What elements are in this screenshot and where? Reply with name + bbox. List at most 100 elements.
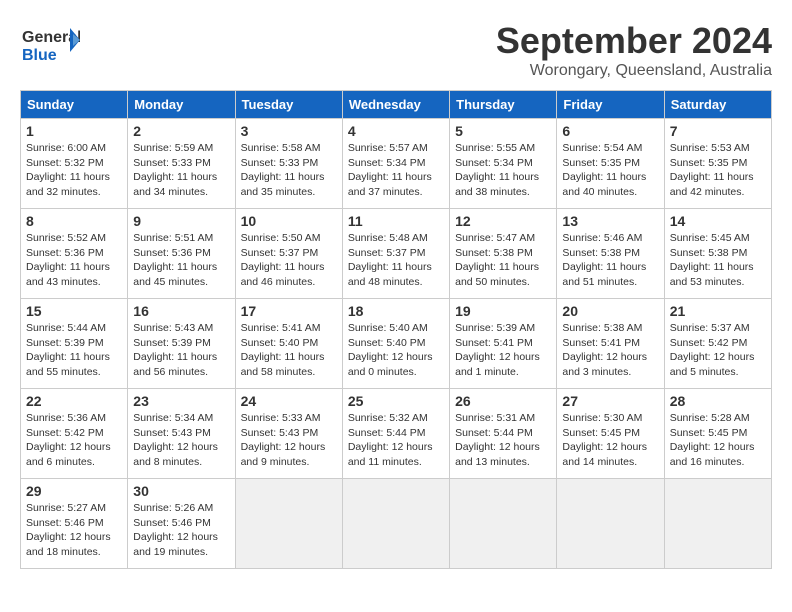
svg-text:Blue: Blue (22, 47, 57, 64)
week-row-1: 1 Sunrise: 6:00 AM Sunset: 5:32 PM Daylig… (21, 119, 772, 209)
weekday-sunday: Sunday (21, 91, 128, 119)
day-number: 24 (241, 393, 337, 409)
location-subtitle: Worongary, Queensland, Australia (496, 62, 772, 80)
day-number: 3 (241, 123, 337, 139)
day-number: 11 (348, 213, 444, 229)
week-row-4: 22 Sunrise: 5:36 AM Sunset: 5:42 PM Dayli… (21, 389, 772, 479)
month-title: September 2024 (496, 20, 772, 62)
day-number: 21 (670, 303, 766, 319)
day-info: Sunrise: 5:38 AM Sunset: 5:41 PM Dayligh… (562, 321, 658, 380)
day-info: Sunrise: 5:43 AM Sunset: 5:39 PM Dayligh… (133, 321, 229, 380)
day-info: Sunrise: 5:41 AM Sunset: 5:40 PM Dayligh… (241, 321, 337, 380)
calendar-cell: 6Sunrise: 5:54 AM Sunset: 5:35 PM Daylig… (557, 119, 664, 209)
day-info: Sunrise: 5:31 AM Sunset: 5:44 PM Dayligh… (455, 411, 551, 470)
calendar-cell: 4Sunrise: 5:57 AM Sunset: 5:34 PM Daylig… (342, 119, 449, 209)
calendar-cell (664, 479, 771, 569)
day-number: 22 (26, 393, 122, 409)
day-info: Sunrise: 5:55 AM Sunset: 5:34 PM Dayligh… (455, 141, 551, 200)
day-number: 27 (562, 393, 658, 409)
day-number: 7 (670, 123, 766, 139)
day-number: 28 (670, 393, 766, 409)
day-number: 9 (133, 213, 229, 229)
day-number: 15 (26, 303, 122, 319)
calendar-cell: 3 Sunrise: 5:58 AM Sunset: 5:33 PM Daylig… (235, 119, 342, 209)
day-number: 23 (133, 393, 229, 409)
day-number: 12 (455, 213, 551, 229)
day-info: Sunrise: 5:26 AM Sunset: 5:46 PM Dayligh… (133, 501, 229, 560)
day-info: Sunrise: 5:37 AM Sunset: 5:42 PM Dayligh… (670, 321, 766, 380)
calendar-cell: 22 Sunrise: 5:36 AM Sunset: 5:42 PM Dayli… (21, 389, 128, 479)
calendar-cell: 14 Sunrise: 5:45 AM Sunset: 5:38 PM Dayli… (664, 209, 771, 299)
day-number: 5 (455, 123, 551, 139)
day-number: 20 (562, 303, 658, 319)
calendar-cell: 9 Sunrise: 5:51 AM Sunset: 5:36 PM Daylig… (128, 209, 235, 299)
day-info: Sunrise: 5:54 AM Sunset: 5:35 PM Dayligh… (562, 141, 658, 200)
calendar-cell: 23 Sunrise: 5:34 AM Sunset: 5:43 PM Dayli… (128, 389, 235, 479)
calendar-cell: 27 Sunrise: 5:30 AM Sunset: 5:45 PM Dayli… (557, 389, 664, 479)
calendar-cell: 16 Sunrise: 5:43 AM Sunset: 5:39 PM Dayli… (128, 299, 235, 389)
calendar-cell: 1 Sunrise: 6:00 AM Sunset: 5:32 PM Daylig… (21, 119, 128, 209)
weekday-friday: Friday (557, 91, 664, 119)
day-info: Sunrise: 6:00 AM Sunset: 5:32 PM Dayligh… (26, 141, 122, 200)
day-info: Sunrise: 5:28 AM Sunset: 5:45 PM Dayligh… (670, 411, 766, 470)
weekday-header-row: SundayMondayTuesdayWednesdayThursdayFrid… (21, 91, 772, 119)
day-info: Sunrise: 5:44 AM Sunset: 5:39 PM Dayligh… (26, 321, 122, 380)
title-block: September 2024 Worongary, Queensland, Au… (496, 20, 772, 80)
week-row-5: 29Sunrise: 5:27 AM Sunset: 5:46 PM Dayli… (21, 479, 772, 569)
calendar-cell: 7 Sunrise: 5:53 AM Sunset: 5:35 PM Daylig… (664, 119, 771, 209)
calendar-cell (235, 479, 342, 569)
calendar-cell: 10 Sunrise: 5:50 AM Sunset: 5:37 PM Dayli… (235, 209, 342, 299)
weekday-monday: Monday (128, 91, 235, 119)
day-number: 17 (241, 303, 337, 319)
calendar-cell: 15 Sunrise: 5:44 AM Sunset: 5:39 PM Dayli… (21, 299, 128, 389)
weekday-saturday: Saturday (664, 91, 771, 119)
weekday-thursday: Thursday (450, 91, 557, 119)
day-number: 29 (26, 483, 122, 499)
day-number: 26 (455, 393, 551, 409)
calendar-cell: 18 Sunrise: 5:40 AM Sunset: 5:40 PM Dayli… (342, 299, 449, 389)
day-info: Sunrise: 5:51 AM Sunset: 5:36 PM Dayligh… (133, 231, 229, 290)
day-number: 1 (26, 123, 122, 139)
day-info: Sunrise: 5:45 AM Sunset: 5:38 PM Dayligh… (670, 231, 766, 290)
calendar-cell: 29Sunrise: 5:27 AM Sunset: 5:46 PM Dayli… (21, 479, 128, 569)
calendar-table: SundayMondayTuesdayWednesdayThursdayFrid… (20, 90, 772, 569)
calendar-cell: 25 Sunrise: 5:32 AM Sunset: 5:44 PM Dayli… (342, 389, 449, 479)
day-number: 13 (562, 213, 658, 229)
calendar-cell: 26 Sunrise: 5:31 AM Sunset: 5:44 PM Dayli… (450, 389, 557, 479)
calendar-cell: 17 Sunrise: 5:41 AM Sunset: 5:40 PM Dayli… (235, 299, 342, 389)
calendar-cell: 12Sunrise: 5:47 AM Sunset: 5:38 PM Dayli… (450, 209, 557, 299)
day-number: 19 (455, 303, 551, 319)
day-info: Sunrise: 5:32 AM Sunset: 5:44 PM Dayligh… (348, 411, 444, 470)
calendar-cell: 13Sunrise: 5:46 AM Sunset: 5:38 PM Dayli… (557, 209, 664, 299)
day-info: Sunrise: 5:33 AM Sunset: 5:43 PM Dayligh… (241, 411, 337, 470)
day-number: 30 (133, 483, 229, 499)
calendar-cell: 19 Sunrise: 5:39 AM Sunset: 5:41 PM Dayli… (450, 299, 557, 389)
day-info: Sunrise: 5:30 AM Sunset: 5:45 PM Dayligh… (562, 411, 658, 470)
day-info: Sunrise: 5:58 AM Sunset: 5:33 PM Dayligh… (241, 141, 337, 200)
day-info: Sunrise: 5:36 AM Sunset: 5:42 PM Dayligh… (26, 411, 122, 470)
day-info: Sunrise: 5:40 AM Sunset: 5:40 PM Dayligh… (348, 321, 444, 380)
calendar-cell: 20 Sunrise: 5:38 AM Sunset: 5:41 PM Dayli… (557, 299, 664, 389)
calendar-cell (342, 479, 449, 569)
day-info: Sunrise: 5:53 AM Sunset: 5:35 PM Dayligh… (670, 141, 766, 200)
day-info: Sunrise: 5:52 AM Sunset: 5:36 PM Dayligh… (26, 231, 122, 290)
day-info: Sunrise: 5:50 AM Sunset: 5:37 PM Dayligh… (241, 231, 337, 290)
calendar-cell (450, 479, 557, 569)
calendar-cell: 30 Sunrise: 5:26 AM Sunset: 5:46 PM Dayli… (128, 479, 235, 569)
day-number: 16 (133, 303, 229, 319)
calendar-cell: 24 Sunrise: 5:33 AM Sunset: 5:43 PM Dayli… (235, 389, 342, 479)
weekday-wednesday: Wednesday (342, 91, 449, 119)
logo-icon: General Blue (20, 20, 80, 70)
day-number: 25 (348, 393, 444, 409)
calendar-cell: 5 Sunrise: 5:55 AM Sunset: 5:34 PM Daylig… (450, 119, 557, 209)
day-number: 10 (241, 213, 337, 229)
day-number: 14 (670, 213, 766, 229)
day-info: Sunrise: 5:39 AM Sunset: 5:41 PM Dayligh… (455, 321, 551, 380)
calendar-cell: 8Sunrise: 5:52 AM Sunset: 5:36 PM Daylig… (21, 209, 128, 299)
day-number: 18 (348, 303, 444, 319)
calendar-cell: 28 Sunrise: 5:28 AM Sunset: 5:45 PM Dayli… (664, 389, 771, 479)
day-info: Sunrise: 5:59 AM Sunset: 5:33 PM Dayligh… (133, 141, 229, 200)
calendar-cell: 2Sunrise: 5:59 AM Sunset: 5:33 PM Daylig… (128, 119, 235, 209)
day-info: Sunrise: 5:34 AM Sunset: 5:43 PM Dayligh… (133, 411, 229, 470)
page-header: General Blue September 2024 Worongary, Q… (20, 20, 772, 80)
